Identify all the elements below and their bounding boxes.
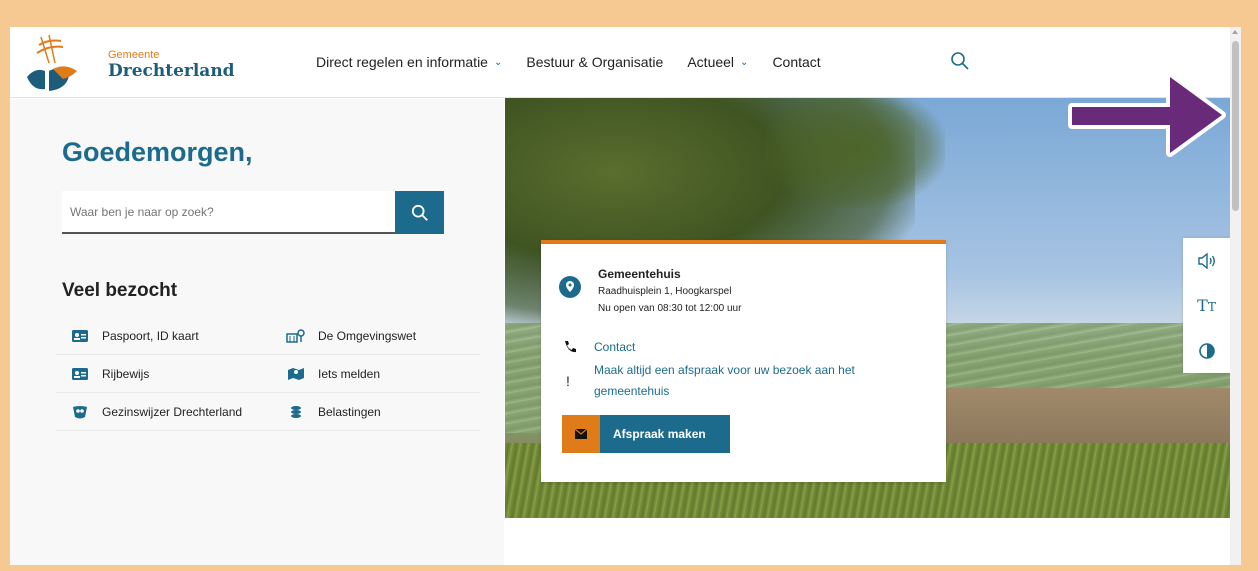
hero-tree-leaves [765,98,945,208]
id-card-icon [68,329,92,342]
greeting-heading: Goedemorgen, [62,137,253,167]
search-button[interactable] [395,191,444,234]
contact-link[interactable]: Contact [594,340,635,354]
search-icon [411,204,428,221]
main-nav: Direct regelen en informatie ⌄ Bestuur &… [316,54,845,70]
card-address: Raadhuisplein 1, Hoogkarspel [598,286,732,297]
logo-text-drechterland: Drechterland [108,61,235,81]
visited-item-label: Gezinswijzer Drechterland [102,404,243,419]
main-search [62,191,444,234]
nav-label: Contact [772,54,821,70]
text-size-button[interactable]: TT [1183,283,1230,328]
visited-item-paspoort[interactable]: Paspoort, ID kaart [56,317,272,355]
nav-item-contact[interactable]: Contact [772,54,820,70]
visited-item-label: Belastingen [318,404,381,419]
annotation-arrow-icon [1066,69,1231,164]
visited-item-gezinswijzer[interactable]: Gezinswijzer Drechterland [56,393,272,431]
building-icon [284,328,308,343]
accessibility-toolbar: TT [1183,238,1230,373]
logo-text-gemeente: Gemeente [108,49,160,61]
chevron-down-icon: ⌄ [493,56,503,68]
chevron-down-icon: ⌄ [740,56,749,68]
text-size-icon: TT [1197,296,1216,315]
nav-item-actueel[interactable]: Actueel ⌄ [687,54,748,70]
site-header: Gemeente Drechterland Direct regelen en … [10,27,1230,98]
town-hall-card: Gemeentehuis Raadhuisplein 1, Hoogkarspe… [541,240,946,482]
location-pin-icon [559,276,581,303]
welcome-panel: Goedemorgen, Veel bezocht Paspoort, ID k… [10,99,504,565]
id-card-icon [68,367,92,380]
search-icon [951,52,969,70]
page-scrollbar[interactable] [1230,27,1241,565]
make-appointment-label: Afspraak maken [600,415,730,453]
read-aloud-button[interactable] [1183,238,1230,283]
scroll-thumb[interactable] [1232,41,1239,211]
appointment-note-link[interactable]: Maak altijd een afspraak voor uw bezoek … [594,360,884,402]
header-search-button[interactable] [950,51,970,76]
scroll-up-icon[interactable] [1232,30,1238,34]
contrast-icon [1198,342,1215,359]
nav-label: Direct regelen en informatie [316,54,488,70]
visited-item-belastingen[interactable]: Belastingen [272,393,480,431]
nav-item-direct-regelen[interactable]: Direct regelen en informatie ⌄ [316,54,502,70]
browser-viewport: Gemeente Drechterland Direct regelen en … [10,27,1241,565]
visited-item-iets-melden[interactable]: Iets melden [272,355,480,393]
phone-icon [563,340,577,359]
visited-item-rijbewijs[interactable]: Rijbewijs [56,355,272,393]
visited-item-label: Rijbewijs [102,366,150,381]
drechterland-logo-icon [27,34,77,91]
coins-icon [284,405,308,419]
exclamation-icon: ! [566,373,570,389]
visited-heading: Veel bezocht [62,280,178,301]
nav-label: Actueel [687,54,735,70]
card-title: Gemeentehuis [598,267,681,281]
hero-soil [925,388,1230,448]
card-opening-hours: Nu open van 08:30 tot 12:00 uur [598,303,742,314]
map-marker-icon [284,367,308,381]
visited-item-label: Paspoort, ID kaart [102,328,199,343]
nav-item-bestuur[interactable]: Bestuur & Organisatie [526,54,663,70]
envelope-icon [562,415,600,453]
contrast-button[interactable] [1183,328,1230,373]
make-appointment-button[interactable]: Afspraak maken [562,415,730,453]
family-icon [68,405,92,419]
visited-item-label: De Omgevingswet [318,328,417,343]
speaker-icon [1197,252,1215,269]
search-input[interactable] [62,191,395,232]
visited-item-label: Iets melden [318,366,381,381]
nav-label: Bestuur & Organisatie [526,54,664,70]
visited-item-omgevingswet[interactable]: De Omgevingswet [272,317,480,355]
visited-list: Paspoort, ID kaart De Omgevingswet Rijbe… [56,317,480,431]
